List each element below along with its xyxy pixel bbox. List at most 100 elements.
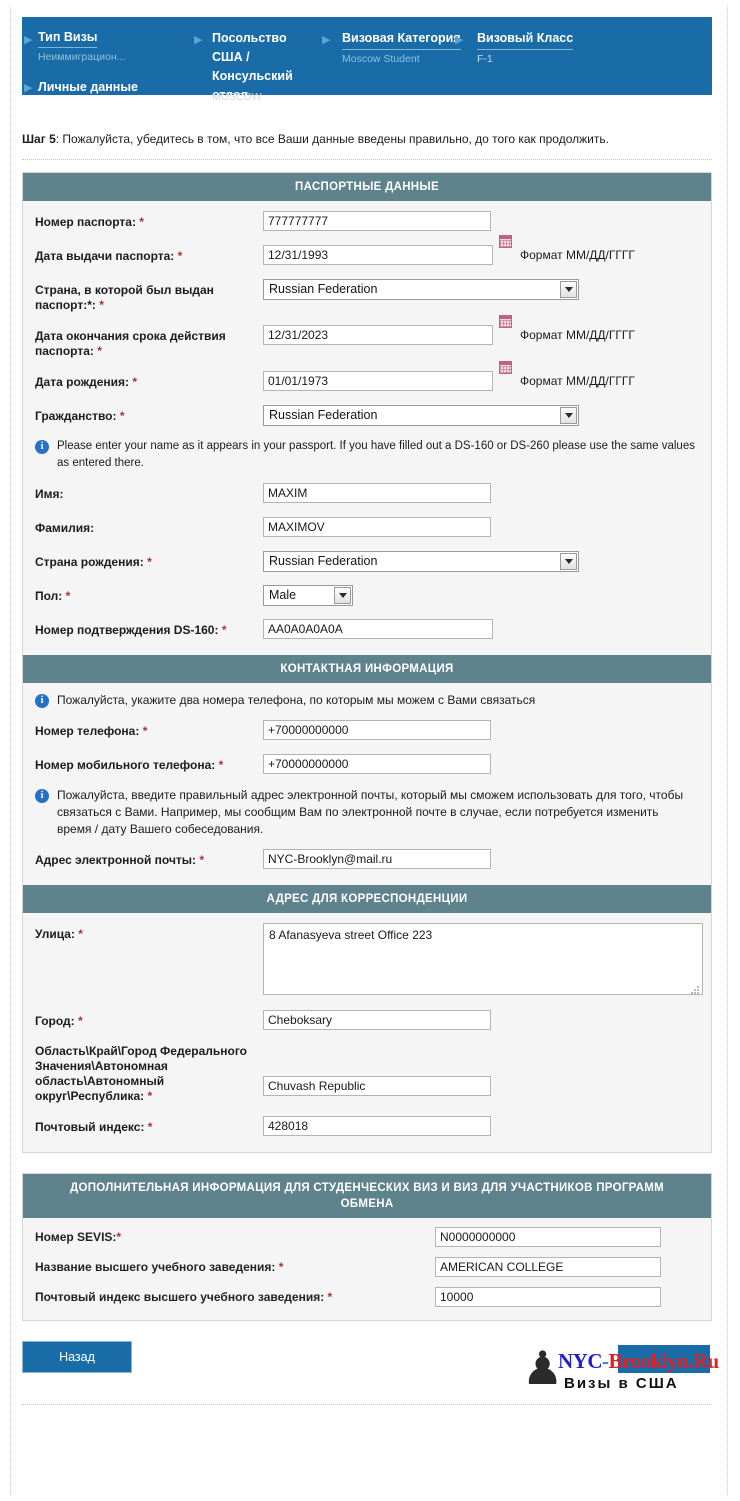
label-issue-date: Дата выдачи паспорта: * [35,249,183,263]
field-row-birth-date: Дата рождения: * Формат ММ/ДД/ГГГГ [23,361,711,399]
chevron-right-icon: ▶ [24,34,33,46]
issue-date-format-hint: Формат ММ/ДД/ГГГГ [520,248,635,262]
calendar-icon[interactable] [499,361,512,374]
field-row-first-name: Имя: [23,477,711,511]
last-name-input[interactable] [263,517,491,537]
step-number: Шаг 5 [22,132,56,146]
sevis-input[interactable] [435,1227,661,1247]
chevron-right-icon: ▶ [322,34,331,46]
breadcrumb-sub-visa-category: Moscow Student [342,53,420,65]
region-input[interactable] [263,1076,491,1096]
field-row-phone: Номер телефона: * [23,714,711,748]
chevron-right-icon: ▶ [455,34,464,46]
label-phone: Номер телефона: * [35,724,148,738]
breadcrumb-sub-embassy: MOSCOW [212,91,262,103]
label-email: Адрес электронной почты: * [35,853,205,867]
logo-wordmark: NYC-Brooklyn.Ru [558,1349,719,1374]
logo-tagline: Визы в США [564,1375,679,1392]
required-mark: * [99,298,104,312]
first-name-input[interactable] [263,483,491,503]
info-note-email: i Пожалуйста, введите правильный адрес э… [23,782,711,843]
footer-divider [22,1404,712,1405]
required-mark: * [327,1290,333,1304]
label-first-name: Имя: [35,487,64,501]
divider [22,159,712,160]
breadcrumb-item-visa-type[interactable]: ▶ Тип Визы Неиммиграцион... [24,29,188,64]
info-icon: i [35,440,49,454]
logo-nyc: NYC [558,1349,603,1373]
chevron-down-icon[interactable] [560,407,577,424]
chevron-down-icon[interactable] [560,553,577,570]
label-sevis: Номер SEVIS:* [35,1230,122,1244]
section-body-address: Улица: * 8 Afanasyeva street Office 223 … [23,913,711,1152]
info-note-phone-text: Пожалуйста, укажите два номера телефона,… [57,693,536,707]
street-textarea[interactable] [263,923,703,995]
issue-date-input[interactable] [263,245,493,265]
page-frame: ▶ Тип Визы Неиммиграцион... ▶ Личные дан… [10,6,728,1495]
footer: Назад ♟ NYC-Brooklyn.Ru Визы в США [22,1341,719,1405]
school-zip-input[interactable] [435,1287,661,1307]
field-row-passport-number: Номер паспорта: * [23,205,711,239]
required-mark: * [65,589,71,603]
postal-input[interactable] [263,1116,491,1136]
required-mark: * [199,853,205,867]
required-mark: * [78,1014,83,1028]
field-row-citizenship: Гражданство: * Russian Federation [23,399,711,433]
label-region: Область\Край\Город Федерального Значения… [35,1044,247,1103]
field-row-gender: Пол: * Male [23,579,711,613]
email-input[interactable] [263,849,491,869]
step-instruction: Шаг 5: Пожалуйста, убедитесь в том, что … [22,131,718,147]
field-row-school: Название высшего учебного заведения: * [23,1252,711,1282]
chevron-right-icon: ▶ [194,34,203,46]
birth-date-input[interactable] [263,371,493,391]
ds160-input[interactable] [263,619,493,639]
chevron-down-icon[interactable] [334,587,351,604]
gender-select[interactable]: Male [263,585,353,606]
phone-input[interactable] [263,720,491,740]
city-input[interactable] [263,1010,491,1030]
breadcrumb-item-visa-class[interactable]: ▶ Визовый Класс F-1 [455,29,597,66]
step-text: : Пожалуйста, убедитесь в том, что все В… [55,132,609,146]
required-mark: * [147,1089,153,1103]
chevron-down-icon[interactable] [560,281,577,298]
site-logo[interactable]: ♟ NYC-Brooklyn.Ru Визы в США [522,1342,719,1399]
issuing-country-select[interactable]: Russian Federation [263,279,579,300]
section-body-passport: Номер паспорта: * Дата выдачи паспорта: … [23,201,711,655]
statue-of-liberty-icon: ♟ [522,1342,564,1394]
breadcrumb-title-visa-type: Тип Визы [38,29,98,48]
expiry-date-input[interactable] [263,325,493,345]
label-expiry-date: Дата окончания срока действия паспорта: … [35,329,226,358]
label-birth-date: Дата рождения: * [35,375,138,389]
expiry-date-format-hint: Формат ММ/ДД/ГГГГ [520,328,635,342]
required-mark: * [119,409,125,423]
required-mark: * [218,758,224,772]
back-button[interactable]: Назад [22,1341,132,1373]
label-city: Город: * [35,1014,83,1028]
label-mobile: Номер мобильного телефона: * [35,758,224,772]
breadcrumb-sub-visa-class: F-1 [477,53,493,65]
info-note-name: i Please enter your name as it appears i… [23,433,711,477]
required-mark: * [177,249,183,263]
label-citizenship: Гражданство: * [35,409,125,423]
field-row-mobile: Номер мобильного телефона: * [23,748,711,782]
school-input[interactable] [435,1257,661,1277]
breadcrumb-sub-visa-type: Неиммиграцион... [38,51,126,63]
birth-country-select[interactable]: Russian Federation [263,551,579,572]
field-row-postal: Почтовый индекс: * [23,1110,711,1144]
section-body-student: Номер SEVIS:* Название высшего учебного … [23,1218,711,1320]
passport-number-input[interactable] [263,211,491,231]
calendar-icon[interactable] [499,315,512,328]
required-mark: * [78,927,83,941]
field-row-issue-date: Дата выдачи паспорта: * Формат ММ/ДД/ГГГ… [23,235,711,273]
info-note-name-text: Please enter your name as it appears in … [57,440,695,469]
info-note-email-text: Пожалуйста, введите правильный адрес эле… [57,788,684,836]
field-row-sevis: Номер SEVIS:* [23,1222,711,1252]
citizenship-select[interactable]: Russian Federation [263,405,579,426]
breadcrumb-item-visa-category[interactable]: ▶ Визовая Категория Moscow Student [322,29,472,66]
breadcrumb: ▶ Тип Визы Неиммиграцион... ▶ Личные дан… [22,17,712,102]
mobile-input[interactable] [263,754,491,774]
field-row-issuing-country: Страна, в которой был выдан паспорт:*: *… [23,273,711,319]
citizenship-value: Russian Federation [269,408,378,422]
calendar-icon[interactable] [499,235,512,248]
required-mark: * [147,555,152,569]
